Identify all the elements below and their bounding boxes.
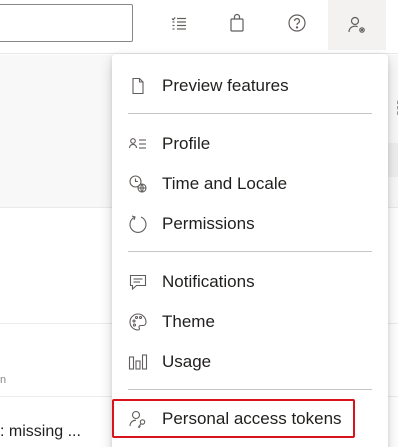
task-list-icon[interactable]: [162, 5, 196, 41]
search-input[interactable]: [0, 4, 133, 42]
menu-item-permissions[interactable]: Permissions: [112, 204, 388, 244]
bar-chart-icon: [128, 352, 148, 372]
chat-bubble-icon: [128, 272, 148, 292]
menu-item-time-and-locale[interactable]: Time and Locale: [112, 164, 388, 204]
refresh-circle-icon: [128, 214, 148, 234]
menu-separator: [128, 389, 372, 390]
menu-item-profile[interactable]: Profile: [112, 124, 388, 164]
palette-icon: [128, 312, 148, 332]
menu-item-label: Notifications: [162, 272, 255, 291]
menu-separator: [128, 251, 372, 252]
menu-item-usage[interactable]: Usage: [112, 342, 388, 382]
menu-item-label: Time and Locale: [162, 174, 288, 193]
help-icon[interactable]: [280, 5, 314, 41]
shopping-bag-icon[interactable]: [220, 5, 254, 41]
menu-item-theme[interactable]: Theme: [112, 302, 388, 342]
background-caption: n: [0, 374, 7, 386]
menu-separator: [128, 113, 372, 114]
menu-item-label: Profile: [162, 134, 211, 153]
menu-item-label: Permissions: [162, 214, 255, 233]
page: ⋮ n : missing ... Preview features: [0, 0, 398, 447]
menu-item-label: Usage: [162, 352, 212, 371]
background-row-text[interactable]: : missing ...: [0, 423, 81, 441]
menu-item-preview-features[interactable]: Preview features: [112, 66, 388, 106]
user-settings-menu: Preview features Profile Time and Locale…: [112, 54, 388, 447]
more-options-icon[interactable]: ⋮: [390, 98, 398, 118]
user-settings-icon[interactable]: [328, 0, 386, 50]
profile-card-icon: [128, 134, 148, 154]
menu-item-notifications[interactable]: Notifications: [112, 262, 388, 302]
top-bar: [0, 0, 398, 54]
time-globe-icon: [128, 174, 148, 194]
document-icon: [128, 76, 148, 96]
menu-item-label: Theme: [162, 312, 215, 331]
highlight-annotation: [112, 399, 355, 438]
menu-item-label: Preview features: [162, 76, 289, 95]
